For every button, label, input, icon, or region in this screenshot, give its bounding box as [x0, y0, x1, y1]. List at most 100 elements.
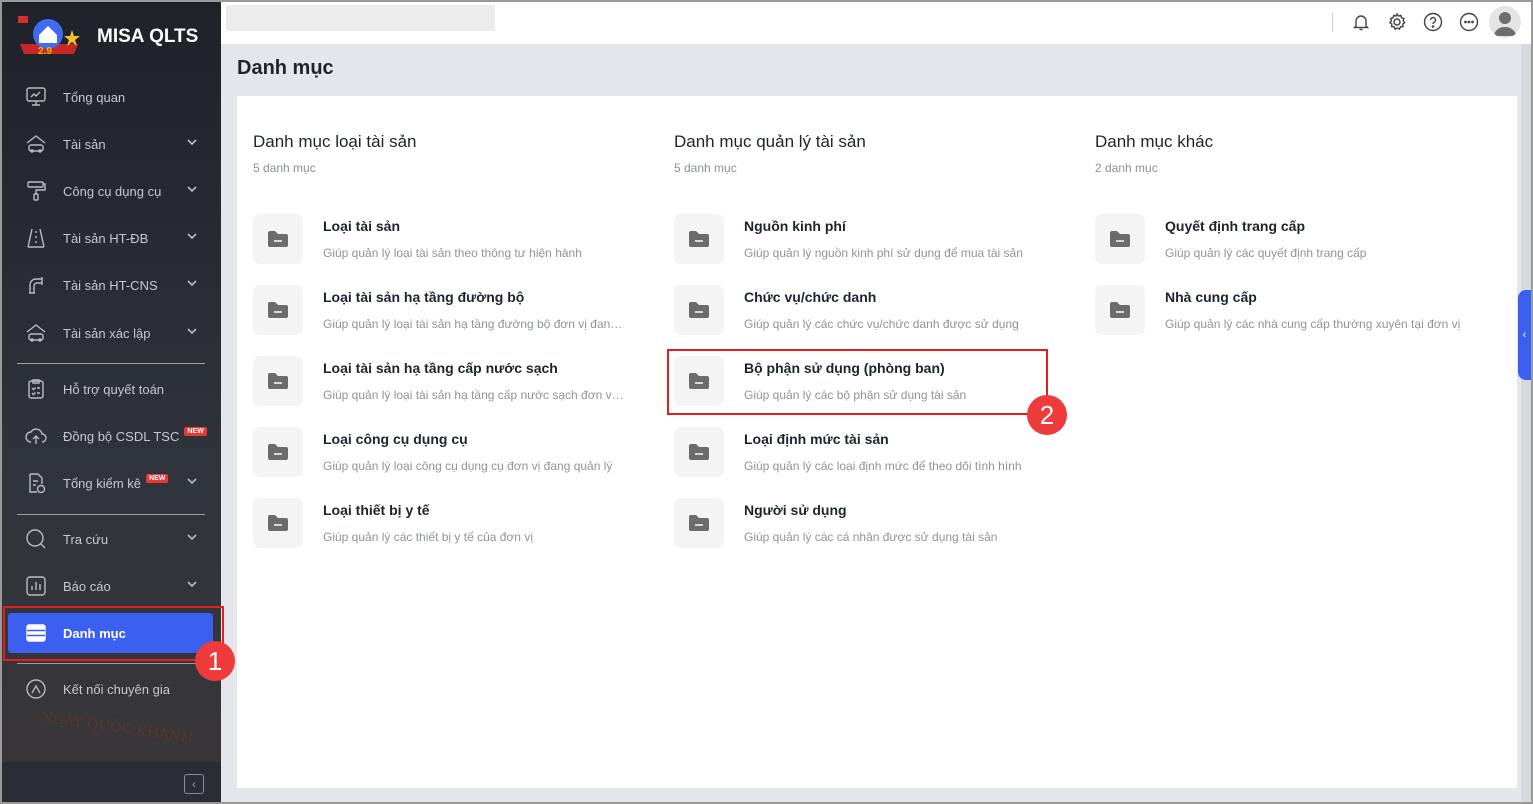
sidebar-item-label: Tài sản: [63, 136, 106, 152]
annotation-step-1: 1: [195, 641, 235, 681]
house-car-icon: [22, 132, 50, 156]
catalog-item-description: Giúp quản lý loại công cụ dụng cụ đơn vị…: [323, 459, 613, 473]
sidebar-item-tai-san-xac-lap[interactable]: Tài sản xác lập: [8, 313, 213, 353]
catalog-card: Danh mục loại tài sản 5 danh mục Loại tà…: [237, 96, 1517, 788]
folder-icon: [253, 214, 303, 264]
topbar-divider: [1332, 12, 1333, 32]
group-title: Danh mục loại tài sản: [253, 132, 417, 151]
group-title: Danh mục quản lý tài sản: [674, 132, 866, 151]
sidebar-item-tai-san[interactable]: Tài sản: [8, 124, 213, 164]
clipboard-check-icon: [22, 377, 50, 401]
avatar-icon[interactable]: [1489, 6, 1521, 38]
chevron-down-icon: [187, 233, 197, 240]
sidebar-item-label: Đồng bộ CSDL TSC: [63, 428, 180, 444]
folder-icon: [253, 285, 303, 335]
catalog-group: Danh mục loại tài sản 5 danh mục Loại tà…: [253, 132, 663, 548]
sidebar-item-cong-cu-dung-cu[interactable]: Công cụ dụng cụ: [8, 171, 213, 211]
annotation-highlight-2: [667, 349, 1048, 415]
catalog-item-description: Giúp quản lý loại tài sản hạ tầng đường …: [323, 317, 625, 331]
annotation-highlight-1: [3, 606, 224, 661]
gear-icon[interactable]: [1386, 11, 1408, 33]
folder-icon: [674, 285, 724, 335]
catalog-item-description: Giúp quản lý các quyết định trang cấp: [1165, 246, 1367, 260]
catalog-item[interactable]: Loại tài sản hạ tầng đường bộ Giúp quản …: [253, 285, 653, 337]
water-pipe-icon: [22, 273, 50, 297]
catalog-item[interactable]: Người sử dụng Giúp quản lý các cá nhân đ…: [674, 498, 1074, 550]
chevron-down-icon: [187, 328, 197, 335]
sidebar-item-tra-cuu[interactable]: Tra cứu: [8, 519, 213, 559]
folder-icon: [253, 498, 303, 548]
expand-panel-tab[interactable]: ‹: [1518, 290, 1531, 380]
catalog-item[interactable]: Loại thiết bị y tế Giúp quản lý các thiế…: [253, 498, 653, 550]
catalog-item[interactable]: Loại tài sản Giúp quản lý loại tài sản t…: [253, 214, 653, 266]
nav-divider: [17, 514, 205, 515]
misa-logo: 2.9: [18, 16, 80, 57]
folder-icon: [674, 427, 724, 477]
chevron-left-icon: ‹: [192, 777, 196, 791]
catalog-item-title: Nguồn kinh phí: [744, 218, 846, 234]
catalog-item[interactable]: Loại tài sản hạ tầng cấp nước sạch Giúp …: [253, 356, 653, 408]
catalog-item-description: Giúp quản lý các loại định mức để theo d…: [744, 459, 1022, 473]
chevron-down-icon: [187, 139, 197, 146]
sidebar-item-ket-noi-chuyen-gia[interactable]: Kết nối chuyên gia: [8, 669, 213, 709]
catalog-group: Danh mục quản lý tài sản 5 danh mục Nguồ…: [674, 132, 1084, 548]
logo-text: 2.9: [38, 46, 52, 57]
sidebar-item-label: Tài sản HT-CNS: [63, 277, 158, 293]
document-check-icon: [22, 471, 50, 495]
group-count: 5 danh mục: [674, 161, 737, 175]
sidebar-item-label: Tra cứu: [63, 531, 109, 547]
sidebar-item-ho-tro-quyet-toan[interactable]: Hỗ trợ quyết toán: [8, 369, 213, 409]
catalog-item-description: Giúp quản lý các cá nhân được sử dụng tà…: [744, 530, 998, 544]
catalog-item[interactable]: Loại công cụ dụng cụ Giúp quản lý loại c…: [253, 427, 653, 479]
folder-icon: [1095, 285, 1145, 335]
catalog-item-title: Loại công cụ dụng cụ: [323, 431, 468, 447]
sidebar-item-label: Tài sản xác lập: [63, 325, 151, 341]
catalog-item[interactable]: Loại định mức tài sản Giúp quản lý các l…: [674, 427, 1074, 479]
sidebar-item-label: Tổng kiểm kê: [63, 475, 142, 491]
catalog-item-title: Nhà cung cấp: [1165, 289, 1257, 305]
catalog-item-title: Loại thiết bị y tế: [323, 502, 430, 518]
group-count: 5 danh mục: [253, 161, 316, 175]
catalog-item[interactable]: Nguồn kinh phí Giúp quản lý nguồn kinh p…: [674, 214, 1074, 266]
catalog-item-title: Loại tài sản hạ tầng cấp nước sạch: [323, 360, 558, 376]
sidebar: 2.9 MISA QLTS Tổng quan Tài sản Công cụ …: [0, 0, 221, 804]
sidebar-item-tong-quan[interactable]: Tổng quan: [8, 77, 213, 117]
sidebar-item-tong-kiem-ke[interactable]: Tổng kiểm kê NEW: [8, 463, 213, 503]
sidebar-item-label: Công cụ dụng cụ: [63, 183, 162, 199]
new-badge: NEW: [184, 426, 207, 436]
catalog-item-description: Giúp quản lý loại tài sản hạ tầng cấp nư…: [323, 388, 625, 402]
catalog-item[interactable]: Chức vụ/chức danh Giúp quản lý các chức …: [674, 285, 1074, 337]
sidebar-item-bao-cao[interactable]: Báo cáo: [8, 566, 213, 606]
catalog-item-description: Giúp quản lý các thiết bị y tế của đơn v…: [323, 530, 533, 544]
sidebar-item-label: Tổng quan: [63, 89, 126, 105]
catalog-item-title: Chức vụ/chức danh: [744, 289, 877, 305]
monitor-chart-icon: [22, 85, 50, 109]
sidebar-item-label: Hỗ trợ quyết toán: [63, 381, 165, 397]
group-count: 2 danh mục: [1095, 161, 1158, 175]
sidebar-item-tai-san-ht-db[interactable]: Tài sản HT-ĐB: [8, 218, 213, 258]
catalog-item-title: Loại tài sản: [323, 218, 401, 234]
catalog-item[interactable]: Quyết định trang cấp Giúp quản lý các qu…: [1095, 214, 1495, 266]
more-icon[interactable]: [1458, 11, 1480, 33]
blurred-unit-name: [226, 5, 495, 31]
collapse-sidebar-button[interactable]: ‹: [184, 774, 204, 794]
scrollbar[interactable]: [1521, 44, 1531, 804]
nav-divider: [17, 663, 205, 664]
folder-icon: [253, 356, 303, 406]
chevron-down-icon: [187, 478, 197, 485]
folder-icon: [1095, 214, 1145, 264]
nav-divider: [17, 363, 205, 364]
catalog-group: Danh mục khác 2 danh mục Quyết định tran…: [1095, 132, 1505, 335]
road-icon: [22, 226, 50, 250]
chevron-left-icon: ‹: [1522, 329, 1527, 341]
brand-name: MISA QLTS: [97, 26, 199, 47]
sidebar-item-tai-san-ht-cns[interactable]: Tài sản HT-CNS: [8, 265, 213, 305]
house-car-icon: [22, 321, 50, 345]
sidebar-item-dong-bo-csdl-tsc[interactable]: Đồng bộ CSDL TSC NEW: [8, 416, 213, 456]
sidebar-item-label: Kết nối chuyên gia: [63, 681, 170, 697]
search-icon: [22, 527, 50, 551]
cloud-upload-icon: [22, 424, 50, 448]
bell-icon[interactable]: [1350, 11, 1372, 33]
catalog-item[interactable]: Nhà cung cấp Giúp quản lý các nhà cung c…: [1095, 285, 1495, 337]
help-icon[interactable]: [1422, 11, 1444, 33]
